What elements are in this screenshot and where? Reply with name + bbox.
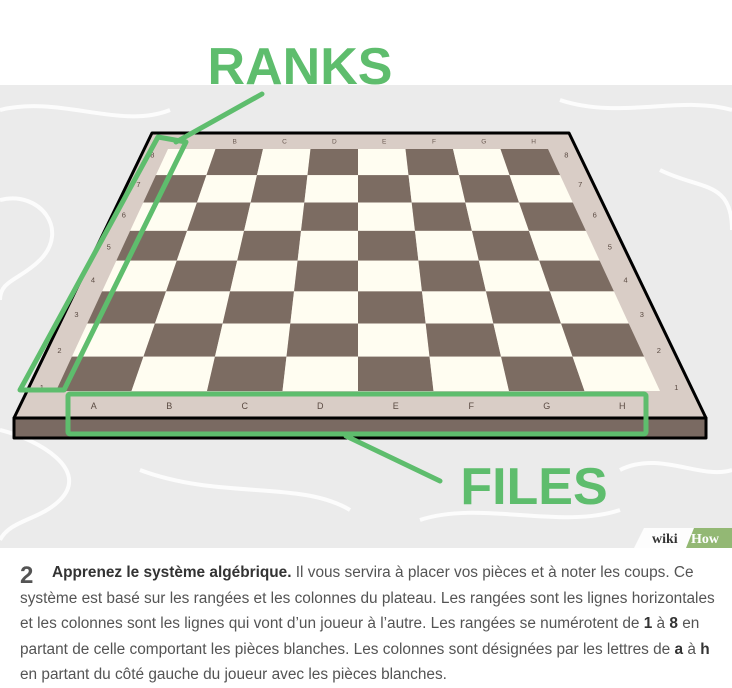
file-label-top-e: E [382, 139, 387, 146]
rank-label-left-4: 4 [91, 276, 95, 285]
rank-label-right-6: 6 [593, 211, 597, 220]
board-square-c2 [214, 323, 291, 357]
board-square-f8 [405, 149, 460, 176]
board-square-f3 [421, 291, 494, 324]
board-square-d4 [294, 260, 358, 292]
board-square-g1 [501, 356, 585, 391]
board-square-c3 [222, 291, 295, 324]
rank-low-value: 1 [643, 615, 653, 632]
step-text-part-5: en partant du côté gauche du joueur avec… [20, 666, 447, 683]
board-square-g5 [471, 230, 540, 261]
file-label-bottom-h: H [619, 401, 626, 411]
board-square-e7 [358, 175, 412, 203]
files-label: FILES [460, 458, 607, 516]
board-square-b4 [166, 260, 238, 292]
rank-high-value: 8 [669, 615, 678, 632]
board-square-b2 [143, 323, 223, 357]
board-square-e4 [358, 260, 422, 292]
file-label-top-d: D [332, 139, 337, 146]
board-square-d5 [297, 230, 358, 261]
file-label-bottom-a: A [91, 401, 97, 411]
ranks-label: RANKS [208, 38, 393, 96]
board-square-f1 [429, 356, 509, 391]
board-square-b5 [176, 230, 245, 261]
board-square-e8 [358, 149, 409, 176]
wikihow-logo: wiki How [634, 528, 732, 548]
board-square-g6 [465, 202, 529, 231]
file-low-value: a [674, 640, 684, 658]
file-label-top-c: C [282, 139, 287, 146]
file-label-bottom-b: B [166, 401, 172, 411]
step-section: 2 Apprenez le système algébrique. Il vou… [0, 548, 732, 683]
rank-label-left-7: 7 [136, 180, 140, 189]
rank-label-right-2: 2 [657, 346, 661, 355]
board-square-d7 [304, 175, 358, 203]
board-square-c1 [207, 356, 287, 391]
board-square-e2 [358, 323, 430, 357]
board-square-d3 [290, 291, 358, 324]
board-square-b6 [187, 202, 251, 231]
rank-label-left-6: 6 [122, 211, 126, 220]
file-label-top-f: F [432, 139, 436, 146]
board-square-f6 [411, 202, 472, 231]
step-heading: Apprenez le système algébrique. [52, 564, 292, 581]
board-square-e6 [358, 202, 415, 231]
board-square-f5 [414, 230, 479, 261]
board-square-e5 [358, 230, 419, 261]
rank-label-right-5: 5 [608, 242, 612, 251]
board-square-c4 [230, 260, 298, 292]
file-label-bottom-d: D [317, 401, 324, 411]
wikihow-logo-wiki: wiki [652, 532, 678, 547]
board-square-g4 [478, 260, 550, 292]
board-square-d8 [307, 149, 358, 176]
file-label-bottom-e: E [393, 401, 399, 411]
file-label-bottom-g: G [543, 401, 550, 411]
board-square-g2 [493, 323, 573, 357]
rank-label-right-8: 8 [564, 151, 568, 160]
wikihow-logo-how: How [691, 532, 720, 547]
rank-label-left-5: 5 [107, 242, 111, 251]
step-text-part-4: à [683, 640, 701, 658]
rank-label-right-1: 1 [674, 383, 678, 392]
board-square-g8 [453, 149, 510, 176]
board-square-d6 [301, 202, 358, 231]
board-square-b3 [154, 291, 231, 324]
file-label-top-b: B [233, 139, 237, 146]
file-high-value: h [700, 640, 710, 658]
board-square-b1 [131, 356, 215, 391]
file-label-top-g: G [481, 139, 486, 146]
rank-label-right-4: 4 [623, 276, 627, 285]
board-square-f7 [408, 175, 466, 203]
board-square-b8 [206, 149, 263, 176]
board-square-c8 [256, 149, 311, 176]
board-square-c6 [244, 202, 305, 231]
rank-label-right-7: 7 [578, 180, 582, 189]
board-square-b7 [196, 175, 257, 203]
rank-label-left-2: 2 [57, 346, 61, 355]
board-square-e1 [358, 356, 434, 391]
rank-label-left-3: 3 [74, 310, 78, 319]
board-square-d2 [286, 323, 358, 357]
board-square-f2 [425, 323, 502, 357]
board-square-c5 [237, 230, 302, 261]
rank-label-right-3: 3 [640, 310, 644, 319]
file-label-top-h: H [531, 139, 536, 146]
file-label-bottom-c: C [242, 401, 249, 411]
file-label-bottom-f: F [469, 401, 475, 411]
step-text-part-2: à [652, 615, 670, 632]
board-square-g7 [459, 175, 520, 203]
board-square-e3 [358, 291, 426, 324]
board-square-c7 [250, 175, 308, 203]
step-description: Apprenez le système algébrique. Il vous … [20, 560, 720, 688]
board-square-d1 [282, 356, 358, 391]
board-square-g3 [485, 291, 562, 324]
chessboard-svg: AABBCCDDEEFFGGHH8 87 76 65 54 43 32 21 1 RANKSFI… [0, 0, 732, 548]
chessboard-illustration: AABBCCDDEEFFGGHH8877665544332211 RANKS FI… [0, 0, 732, 548]
board-square-f4 [418, 260, 486, 292]
